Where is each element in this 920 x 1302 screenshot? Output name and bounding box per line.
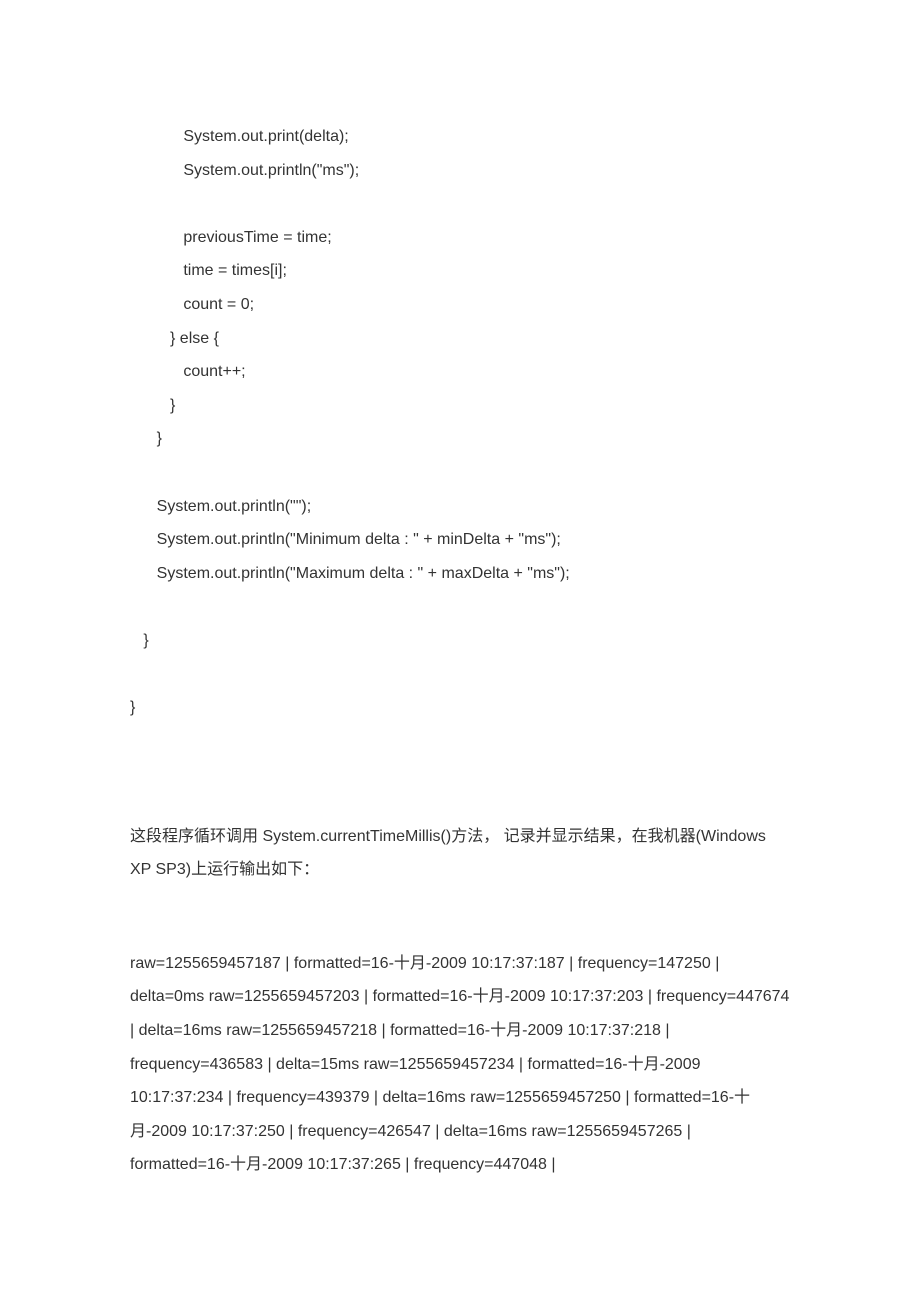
- explanation-paragraph: 这段程序循环调用 System.currentTimeMillis()方法， 记…: [130, 820, 790, 887]
- code-block: System.out.print(delta); System.out.prin…: [130, 120, 790, 725]
- output-block: raw=1255659457187 | formatted=16-十月-2009…: [130, 947, 790, 1182]
- document-page: System.out.print(delta); System.out.prin…: [0, 0, 920, 1302]
